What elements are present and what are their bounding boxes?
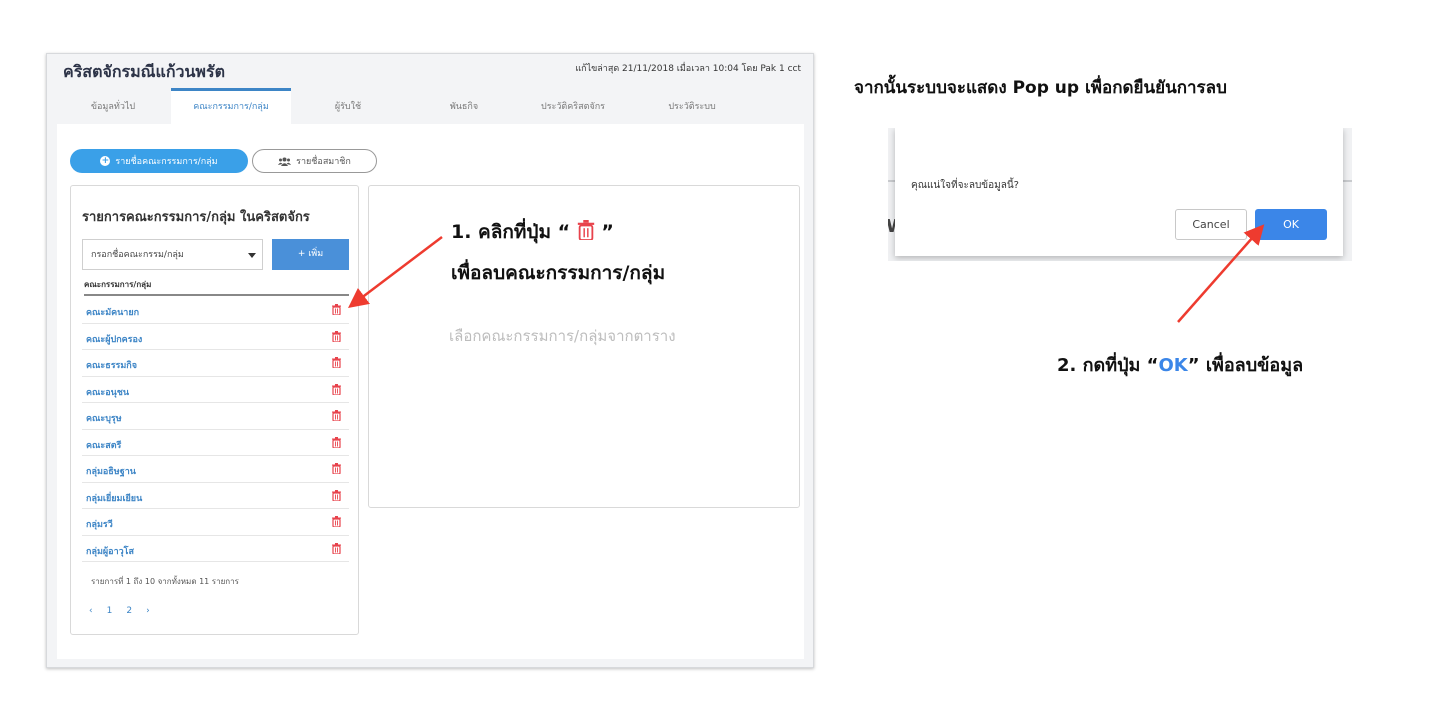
last-edit-info: แก้ไขล่าสุด 21/11/2018 เมื่อเวลา 10:04 โ… <box>575 64 801 74</box>
table-row: คณะธรรมกิจ <box>82 350 349 377</box>
trash-icon[interactable] <box>332 330 341 342</box>
caret-down-icon <box>248 253 256 258</box>
table-row: กลุ่มรวี <box>82 509 349 536</box>
trash-icon[interactable] <box>332 489 341 501</box>
cancel-button[interactable]: Cancel <box>1175 209 1247 240</box>
member-list-label: รายชื่อสมาชิก <box>296 157 351 167</box>
column-header: คณะกรรมการ/กลุ่ม <box>84 278 349 296</box>
trash-icon[interactable] <box>332 542 341 554</box>
row-name[interactable]: กลุ่มผู้อาวุโส <box>86 544 134 558</box>
step1-line2: เพื่อลบคณะกรรมการ/กลุ่ม <box>451 262 666 284</box>
committee-list-button[interactable]: + รายชื่อคณะกรรมการ/กลุ่ม <box>70 149 248 173</box>
row-name[interactable]: คณะบุรุษ <box>86 411 122 425</box>
table-row: คณะอนุชน <box>82 377 349 403</box>
table-row: กลุ่มอธิษฐาน <box>82 456 349 483</box>
plus-circle-icon: + <box>100 156 111 166</box>
list-title: รายการคณะกรรมการ/กลุ่ม ในคริสตจักร <box>82 210 310 225</box>
trash-icon[interactable] <box>332 463 341 474</box>
trash-icon[interactable] <box>332 357 341 368</box>
row-name[interactable]: คณะธรรมกิจ <box>86 358 137 372</box>
ok-button[interactable]: OK <box>1255 209 1327 240</box>
tab-bar: ข้อมูลทั่วไป คณะกรรมการ/กลุ่ม ผู้รับใช้ … <box>47 88 813 124</box>
pagination-page-2[interactable]: 2 <box>126 606 132 616</box>
church-title: คริสตจักรมณีแก้วนพรัต <box>63 62 225 81</box>
app-screenshot: คริสตจักรมณีแก้วนพรัต แก้ไขล่าสุด 21/11/… <box>46 53 814 668</box>
popup-heading: จากนั้นระบบจะแสดง Pop up เพื่อกดยืนยันกา… <box>854 78 1227 98</box>
committee-list-card: รายการคณะกรรมการ/กลุ่ม ในคริสตจักร กรอกช… <box>70 185 359 635</box>
detail-placeholder: เลือกคณะกรรมการ/กลุ่มจากตาราง <box>449 327 676 345</box>
committee-select[interactable]: กรอกชื่อคณะกรรม/กลุ่ม <box>82 239 263 270</box>
step1-prefix: 1. คลิกที่ปุ่ม “ <box>451 221 571 243</box>
row-name[interactable]: กลุ่มรวี <box>86 517 113 531</box>
trash-icon <box>577 220 594 240</box>
pagination: ‹ 1 2 › <box>89 606 150 616</box>
tab-system-history[interactable]: ประวัติระบบ <box>637 88 747 124</box>
row-name[interactable]: คณะมัคนายก <box>86 305 139 319</box>
add-button[interactable]: + เพิ่ม <box>272 239 349 270</box>
member-list-button[interactable]: รายชื่อสมาชิก <box>252 149 377 173</box>
step1-line1: 1. คลิกที่ปุ่ม “ ” <box>451 212 665 253</box>
step1-suffix: ” <box>601 221 614 243</box>
row-name[interactable]: คณะผู้ปกครอง <box>86 332 142 346</box>
pagination-next[interactable]: › <box>146 606 150 616</box>
tab-committees[interactable]: คณะกรรมการ/กลุ่ม <box>171 88 291 124</box>
trash-icon[interactable] <box>332 516 341 527</box>
row-name[interactable]: คณะสตรี <box>86 438 121 452</box>
tab-church-history[interactable]: ประวัติคริสตจักร <box>517 88 629 124</box>
row-name[interactable]: กลุ่มเยี่ยมเยียน <box>86 491 142 505</box>
trash-icon[interactable] <box>332 410 341 421</box>
pagination-prev[interactable]: ‹ <box>89 606 93 616</box>
dialog-screenshot: W คุณแน่ใจที่จะลบข้อมูลนี้? Cancel OK <box>888 128 1352 261</box>
tab-missions[interactable]: พันธกิจ <box>409 88 519 124</box>
table-row: คณะผู้ปกครอง <box>82 324 349 350</box>
pagination-page-1[interactable]: 1 <box>107 606 113 616</box>
step2-ok-word: OK <box>1158 355 1188 376</box>
row-name[interactable]: กลุ่มอธิษฐาน <box>86 464 136 478</box>
tab-general[interactable]: ข้อมูลทั่วไป <box>57 88 169 124</box>
step2-annotation: 2. กดที่ปุ่ม “OK” เพื่อลบข้อมูล <box>1057 350 1303 379</box>
tab-content: + รายชื่อคณะกรรมการ/กลุ่ม รายชื่อสมาชิก … <box>57 124 804 659</box>
users-icon <box>278 157 292 166</box>
step2-suffix: ” เพื่อลบข้อมูล <box>1187 355 1304 376</box>
dialog-message: คุณแน่ใจที่จะลบข้อมูลนี้? <box>911 180 1019 191</box>
table-row: กลุ่มเยี่ยมเยียน <box>82 483 349 509</box>
committee-list-label: รายชื่อคณะกรรมการ/กลุ่ม <box>115 157 218 167</box>
committee-select-value: กรอกชื่อคณะกรรม/กลุ่ม <box>91 250 184 260</box>
row-name[interactable]: คณะอนุชน <box>86 385 129 399</box>
step1-annotation: 1. คลิกที่ปุ่ม “ ” เพื่อลบคณะกรรมการ/กลุ… <box>451 212 665 294</box>
tab-servants[interactable]: ผู้รับใช้ <box>293 88 403 124</box>
step2-prefix: 2. กดที่ปุ่ม “ <box>1057 355 1159 376</box>
table-row: คณะมัคนายก <box>82 297 349 324</box>
trash-icon[interactable] <box>332 304 341 315</box>
table-row: คณะบุรุษ <box>82 403 349 430</box>
committee-rows: คณะมัคนายก คณะผู้ปกครอง คณะธรรมกิจ คณะอน… <box>82 297 349 562</box>
list-summary: รายการที่ 1 ถึง 10 จากทั้งหมด 11 รายการ <box>91 577 239 586</box>
table-row: คณะสตรี <box>82 430 349 456</box>
trash-icon[interactable] <box>332 383 341 395</box>
trash-icon[interactable] <box>332 436 341 448</box>
table-row: กลุ่มผู้อาวุโส <box>82 536 349 562</box>
confirm-dialog: คุณแน่ใจที่จะลบข้อมูลนี้? Cancel OK <box>895 128 1343 256</box>
